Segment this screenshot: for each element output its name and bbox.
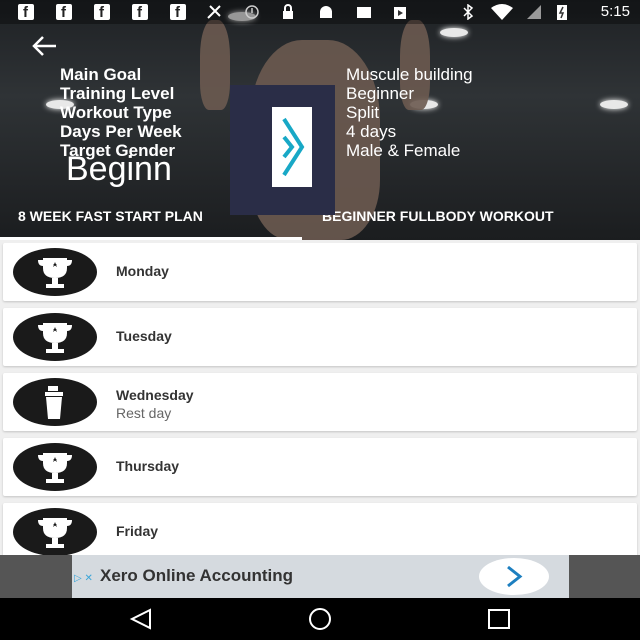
block-icon (245, 5, 259, 19)
ad-go-button[interactable] (479, 558, 549, 595)
facebook-icon: f (170, 4, 186, 21)
tools-icon (207, 5, 221, 19)
ad-content[interactable]: ▷ ✕ Xero Online Accounting (72, 555, 569, 598)
day-subtitle: Rest day (116, 405, 172, 421)
lock-icon (283, 4, 293, 19)
detail-label: Training Level (60, 84, 175, 103)
detail-value: Beginner (346, 84, 415, 103)
day-avatar (13, 443, 97, 491)
day-name: Tuesday (116, 328, 172, 344)
day-card-thursday[interactable]: Thursday (3, 438, 637, 496)
status-time: 5:15 (600, 3, 630, 20)
facebook-icon: f (56, 4, 72, 21)
wifi-icon (491, 4, 513, 20)
tab-indicator (0, 237, 302, 240)
ad-choices-badge[interactable]: ▷ ✕ (74, 573, 93, 584)
play-store-icon (394, 7, 406, 19)
play-logo-icon (282, 117, 305, 177)
bluetooth-icon (463, 4, 474, 20)
back-arrow-icon[interactable] (30, 34, 58, 58)
trophy-icon (38, 453, 72, 483)
day-name: Wednesday (116, 387, 194, 403)
tab-8-week-fast-start-plan[interactable]: 8 WEEK FAST START PLAN (18, 208, 203, 224)
tab-beginner-fullbody-workout[interactable]: BEGINNER FULLBODY WORKOUT (322, 208, 554, 224)
ad-text[interactable]: Xero Online Accounting (100, 566, 293, 586)
detail-value: 4 days (346, 122, 397, 141)
navigation-bar (0, 598, 640, 640)
day-avatar (13, 378, 97, 426)
facebook-icon: f (18, 4, 34, 21)
ceiling-light (600, 100, 628, 109)
detail-label: Main Goal (60, 65, 142, 84)
workout-header: Main Goal Muscule building Training Leve… (0, 0, 640, 240)
day-name: Friday (116, 523, 159, 539)
day-card-tuesday[interactable]: Tuesday (3, 308, 637, 366)
signal-icon (527, 5, 541, 19)
back-nav-icon[interactable] (128, 607, 154, 631)
facebook-icon: f (94, 4, 110, 21)
ceiling-light (440, 28, 468, 37)
home-nav-icon[interactable] (305, 607, 335, 631)
detail-label: Days Per Week (60, 122, 182, 141)
ad-logo (272, 107, 312, 187)
detail-row: Main Goal Muscule building (60, 65, 580, 84)
day-name: Thursday (116, 458, 180, 474)
day-card-friday[interactable]: Friday (3, 503, 637, 555)
shaker-bottle-icon (45, 386, 63, 419)
status-bar: f f f f f 5:15 (0, 0, 640, 24)
day-avatar (13, 508, 97, 555)
ad-logo-overlay[interactable] (230, 85, 335, 215)
chevron-right-icon (507, 565, 523, 588)
trophy-icon (38, 258, 72, 288)
day-avatar (13, 248, 97, 296)
mail-icon (357, 7, 371, 18)
detail-value: Split (346, 103, 380, 122)
android-icon (320, 6, 332, 18)
day-name: Monday (116, 263, 169, 279)
day-avatar (13, 313, 97, 361)
recents-nav-icon[interactable] (486, 607, 512, 631)
day-card-wednesday[interactable]: Wednesday Rest day (3, 373, 637, 431)
detail-label: Workout Type (60, 103, 172, 122)
trophy-icon (38, 323, 72, 353)
detail-value: Muscule building (346, 65, 473, 84)
battery-charging-icon (557, 5, 567, 20)
trophy-icon (38, 518, 72, 548)
detail-value: Male & Female (346, 141, 461, 160)
plan-title: Beginn (66, 150, 172, 188)
day-list: Monday Tuesday Wednesday Rest day Thursd… (0, 243, 640, 555)
facebook-icon: f (132, 4, 148, 21)
day-card-monday[interactable]: Monday (3, 243, 637, 301)
ad-banner[interactable]: ▷ ✕ Xero Online Accounting (0, 555, 640, 598)
